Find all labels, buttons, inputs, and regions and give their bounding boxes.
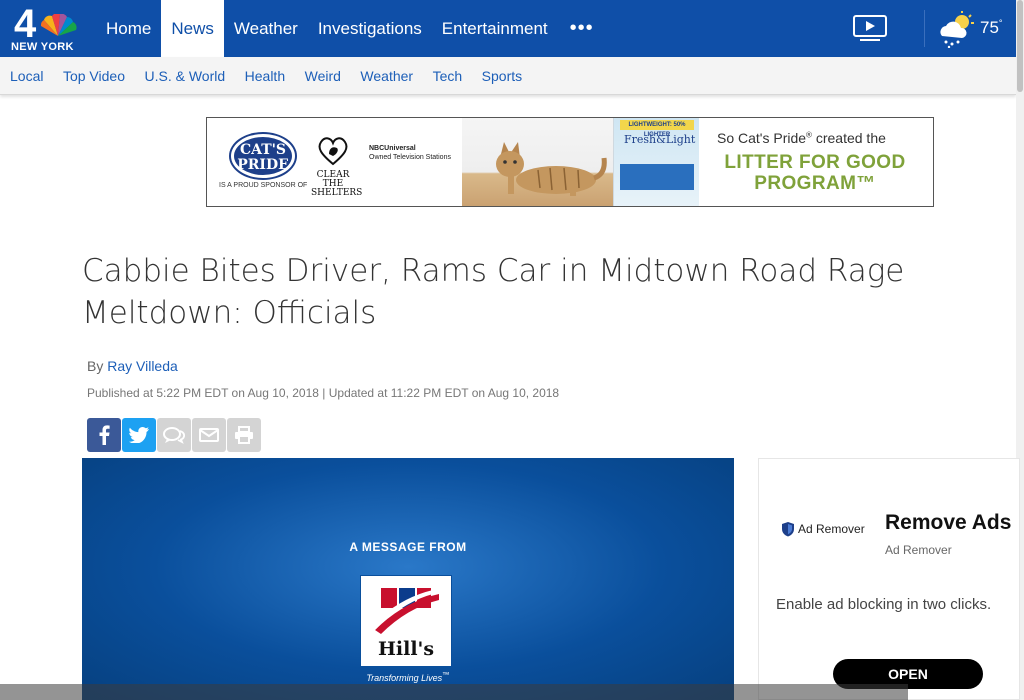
temperature-value: 75 [980,18,999,37]
nav-divider [924,10,925,47]
bottom-overlay-bar [0,684,908,700]
sponsor-text: IS A PROUD SPONSOR OF [219,182,308,189]
litter-band [620,164,694,190]
ad-remover-brand: Ad Remover [781,521,865,537]
temperature[interactable]: 75° [980,18,1003,38]
subnav-item-weather[interactable]: Weather [360,68,413,84]
sub-nav: Local Top Video U.S. & World Health Weir… [0,57,1016,95]
partly-cloudy-rain-icon[interactable] [936,10,976,48]
facebook-icon [99,425,110,445]
facebook-share-button[interactable] [87,418,121,452]
nav-item-news[interactable]: News [161,0,224,57]
tagline-text: Transforming Lives [366,673,443,683]
envelope-icon [199,428,219,442]
nbcu-text: NBCUniversal Owned Television Stations [369,144,451,162]
nav-item-investigations[interactable]: Investigations [308,0,432,57]
message-from-text: A MESSAGE FROM [349,540,467,554]
banner-ad[interactable]: CAT'S PRIDE IS A PROUD SPONSOR OF CLEAR … [206,117,934,207]
banner-headline-brand: So Cat's Pride [717,130,807,146]
video-player[interactable]: A MESSAGE FROM Hill's Transforming Lives… [82,458,734,700]
peacock-icon [40,14,77,36]
shield-icon [782,522,794,537]
email-share-button[interactable] [192,418,226,452]
subnav-item-top-video[interactable]: Top Video [63,68,125,84]
published-timestamp: Published at 5:22 PM EDT on Aug 10, 2018… [87,386,560,400]
author-link[interactable]: Ray Villeda [107,358,178,374]
share-bar [87,418,261,452]
ad-description: Enable ad blocking in two clicks. [776,596,992,613]
litter-product: LIGHTWEIGHT: 50% LIGHTER Fresh&Light [613,118,699,206]
twitter-icon [129,427,149,443]
subnav-item-health[interactable]: Health [245,68,285,84]
subnav-item-sports[interactable]: Sports [482,68,522,84]
ad-remover-small-label: Ad Remover [798,522,865,536]
logo-text: NEW YORK [11,41,74,53]
byline-prefix: By [87,358,104,374]
ad-subtitle: Ad Remover [885,543,952,557]
main-nav: Home News Weather Investigations Enterta… [96,0,604,57]
heart-pet-icon [318,137,348,166]
print-button[interactable] [227,418,261,452]
comments-button[interactable] [157,418,191,452]
cat-illustration [496,142,607,196]
temperature-unit: ° [998,18,1003,28]
clear-the-shelters-logo: CLEAR THE SHELTERS [311,136,362,198]
cats-pride-logo: CAT'S PRIDE [231,134,295,178]
video-play-icon[interactable] [852,14,888,42]
cts-text: CLEAR THE SHELTERS [311,170,363,198]
banner-headline: So Cat's Pride® created the [717,130,886,146]
trademark: ™ [442,670,450,679]
nbcu-subtitle: Owned Television Stations [369,154,451,161]
twitter-share-button[interactable] [122,418,156,452]
litter-tag: LIGHTWEIGHT: 50% LIGHTER [620,120,694,138]
hills-brand-text: Hill's [377,638,435,660]
printer-icon [235,426,253,444]
nbc4-logo[interactable]: 4 NEW YORK [8,2,82,54]
hills-logo: Hill's [360,575,452,667]
article-headline: Cabbie Bites Driver, Rams Car in Midtown… [82,250,1024,334]
comment-bubbles-icon [163,427,185,444]
hills-tagline: Transforming Lives™ [82,670,734,683]
subnav-item-tech[interactable]: Tech [433,68,463,84]
banner-big-text: LITTER FOR GOOD PROGRAM™ [724,152,906,194]
headline-text: Cabbie Bites Driver, Rams Car in Midtown… [82,253,905,331]
banner-headline-rest: created the [811,130,886,146]
side-ad[interactable]: Ad Remover Remove Ads Ad Remover Enable … [758,458,1020,700]
nbcu-title: NBCUniversal [369,145,416,152]
subnav-item-local[interactable]: Local [10,68,43,84]
cat-photo [462,118,617,206]
ad-title: Remove Ads [885,511,1012,534]
hills-mark-icon [371,588,439,634]
nav-item-home[interactable]: Home [96,0,161,57]
nav-item-weather[interactable]: Weather [224,0,308,57]
nav-item-entertainment[interactable]: Entertainment [432,0,558,57]
litter-brand: Fresh&Light [624,133,696,146]
subnav-item-us-world[interactable]: U.S. & World [144,68,225,84]
scrollbar-thumb[interactable] [1017,0,1023,92]
byline: By Ray Villeda [87,358,178,374]
top-nav-bar: 4 NEW YORK Home News Weather Investigati… [0,0,1016,57]
subnav-item-weird[interactable]: Weird [305,68,341,84]
more-menu-button[interactable]: ••• [558,0,604,57]
